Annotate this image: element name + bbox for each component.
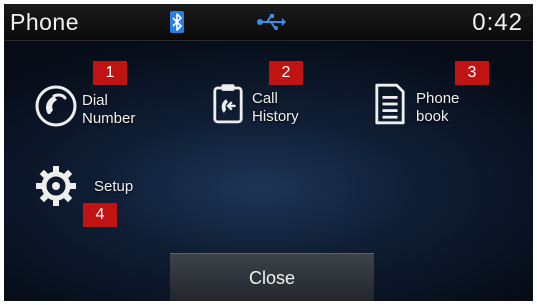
call-history-button[interactable]: Call History [210, 78, 350, 138]
gear-icon [36, 166, 76, 206]
call-history-badge: 2 [269, 61, 303, 85]
call-history-label-line2: History [252, 108, 299, 125]
phonebook-button[interactable]: Phone book [372, 78, 522, 138]
usb-icon [257, 14, 286, 30]
app-title: Phone [10, 9, 80, 35]
phonebook-label-line1: Phone [416, 90, 460, 107]
clock: 0:42 [472, 9, 523, 36]
call-history-label: Call History [252, 90, 299, 126]
setup-button[interactable]: Setup [34, 164, 164, 208]
dial-number-button[interactable]: Dial Number [32, 78, 182, 138]
phone-screen: Phone 0:42 Dial Number 1 Call History 2 … [4, 4, 533, 301]
bluetooth-icon [170, 11, 184, 33]
setup-label: Setup [94, 178, 134, 195]
setup-badge: 4 [83, 203, 117, 227]
call-history-icon [213, 84, 243, 124]
dial-number-label: Dial Number [82, 92, 135, 128]
phonebook-label-line2: book [416, 108, 449, 125]
phonebook-label: Phone book [416, 90, 459, 126]
dial-number-label-line2: Number [82, 110, 136, 127]
phone-handset-icon [35, 85, 77, 127]
call-history-label-line1: Call [252, 90, 278, 107]
status-bar: Phone 0:42 [4, 4, 533, 41]
phonebook-icon [375, 83, 405, 125]
dial-number-badge: 1 [93, 61, 127, 85]
dial-number-label-line1: Dial [82, 92, 108, 109]
close-button[interactable]: Close [170, 253, 374, 301]
phonebook-badge: 3 [455, 61, 489, 85]
